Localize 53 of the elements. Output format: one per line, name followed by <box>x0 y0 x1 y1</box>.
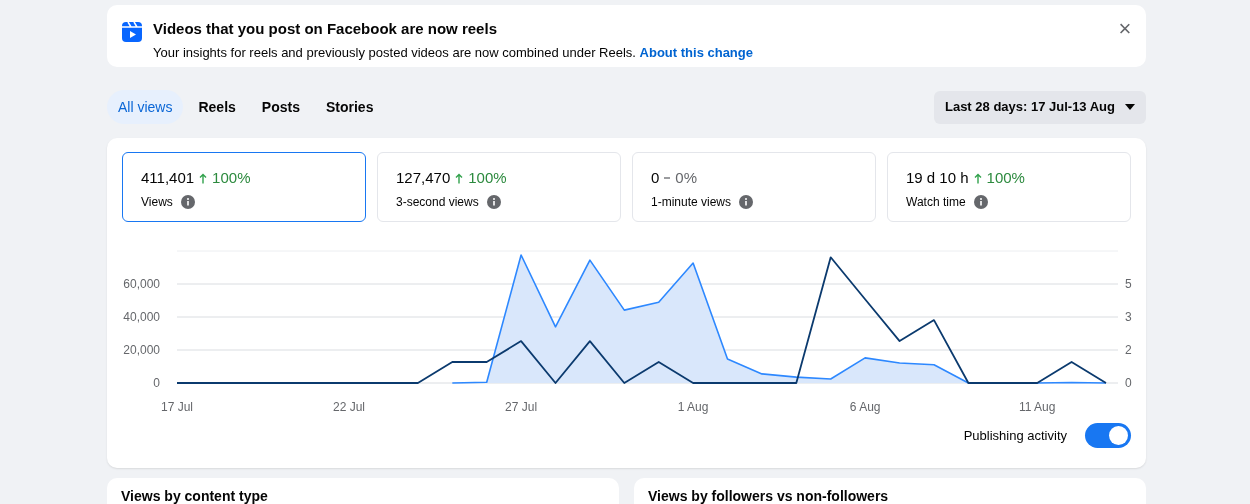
axis-label: 0 <box>1125 376 1132 390</box>
metric-change: 100% <box>986 168 1025 188</box>
arrow-up-icon <box>199 172 208 184</box>
axis-label: 3 <box>1125 310 1132 325</box>
close-button[interactable]: × <box>1116 18 1134 40</box>
metric-card[interactable]: 411,401 100% Views <box>122 152 366 222</box>
reels-icon <box>122 20 142 42</box>
axis-label: 40,000 <box>123 310 160 324</box>
metric-change: 100% <box>468 168 507 188</box>
axis-label: 17 Jul <box>161 400 193 414</box>
axis-label: 6 Aug <box>849 400 881 414</box>
about-link[interactable]: About this change <box>639 44 753 60</box>
info-icon[interactable] <box>486 194 501 209</box>
metric-label: 3-second views <box>396 193 479 211</box>
axis-label: 27 Jul <box>505 400 538 414</box>
dash-icon <box>664 176 671 181</box>
metric-card[interactable]: 127,470 100% 3-second views <box>377 152 621 222</box>
metric-value: 411,401 <box>141 168 195 188</box>
tab[interactable]: Posts <box>250 90 311 124</box>
axis-label: 1 Aug <box>677 400 709 414</box>
axis-label: 22 Jul <box>333 400 366 414</box>
publishing-activity-toggle[interactable] <box>1085 423 1131 448</box>
axis-label: 20,000 <box>123 343 160 357</box>
banner-text: Your insights for reels and previously posted videos are now combined under Reels. About this change <box>153 43 754 62</box>
axis-label: 11 Aug <box>1018 400 1056 414</box>
tab[interactable]: All views <box>107 90 184 124</box>
metric-value: 0 <box>651 168 660 188</box>
metric-value: 127,470 <box>396 168 451 188</box>
banner-title: Videos that you post on Facebook are now reels <box>153 19 498 39</box>
metric-change: 100% <box>212 168 251 188</box>
metric-label: Watch time <box>906 193 966 211</box>
tab[interactable]: Stories <box>314 90 385 124</box>
metric-card[interactable]: 0 0% 1-minute views <box>632 152 876 222</box>
arrow-up-icon <box>973 172 982 184</box>
info-icon[interactable] <box>973 194 988 209</box>
tab[interactable]: Reels <box>187 90 247 124</box>
metric-label: Views <box>141 193 173 211</box>
axis-label: 2 <box>1125 343 1132 358</box>
toggle-label: Publishing activity <box>963 426 1067 445</box>
axis-label: 60,000 <box>123 277 160 291</box>
section-title: Views by content type <box>121 488 268 504</box>
info-icon[interactable] <box>180 194 195 209</box>
axis-label: 5 <box>1125 277 1132 292</box>
metric-card[interactable]: 19 d 10 h 100% Watch time <box>887 152 1131 222</box>
arrow-up-icon <box>455 172 464 184</box>
metric-value: 19 d 10 h <box>906 168 969 188</box>
metric-label: 1-minute views <box>651 193 732 211</box>
info-icon[interactable] <box>739 194 754 209</box>
section-title: Views by followers vs non-followers <box>648 488 889 504</box>
axis-label: 0 <box>153 376 160 390</box>
date-range-dropdown[interactable]: Last 28 days: 17 Jul-13 Aug <box>933 90 1146 124</box>
caret-icon <box>1125 104 1135 110</box>
metric-change: 0% <box>675 168 698 188</box>
